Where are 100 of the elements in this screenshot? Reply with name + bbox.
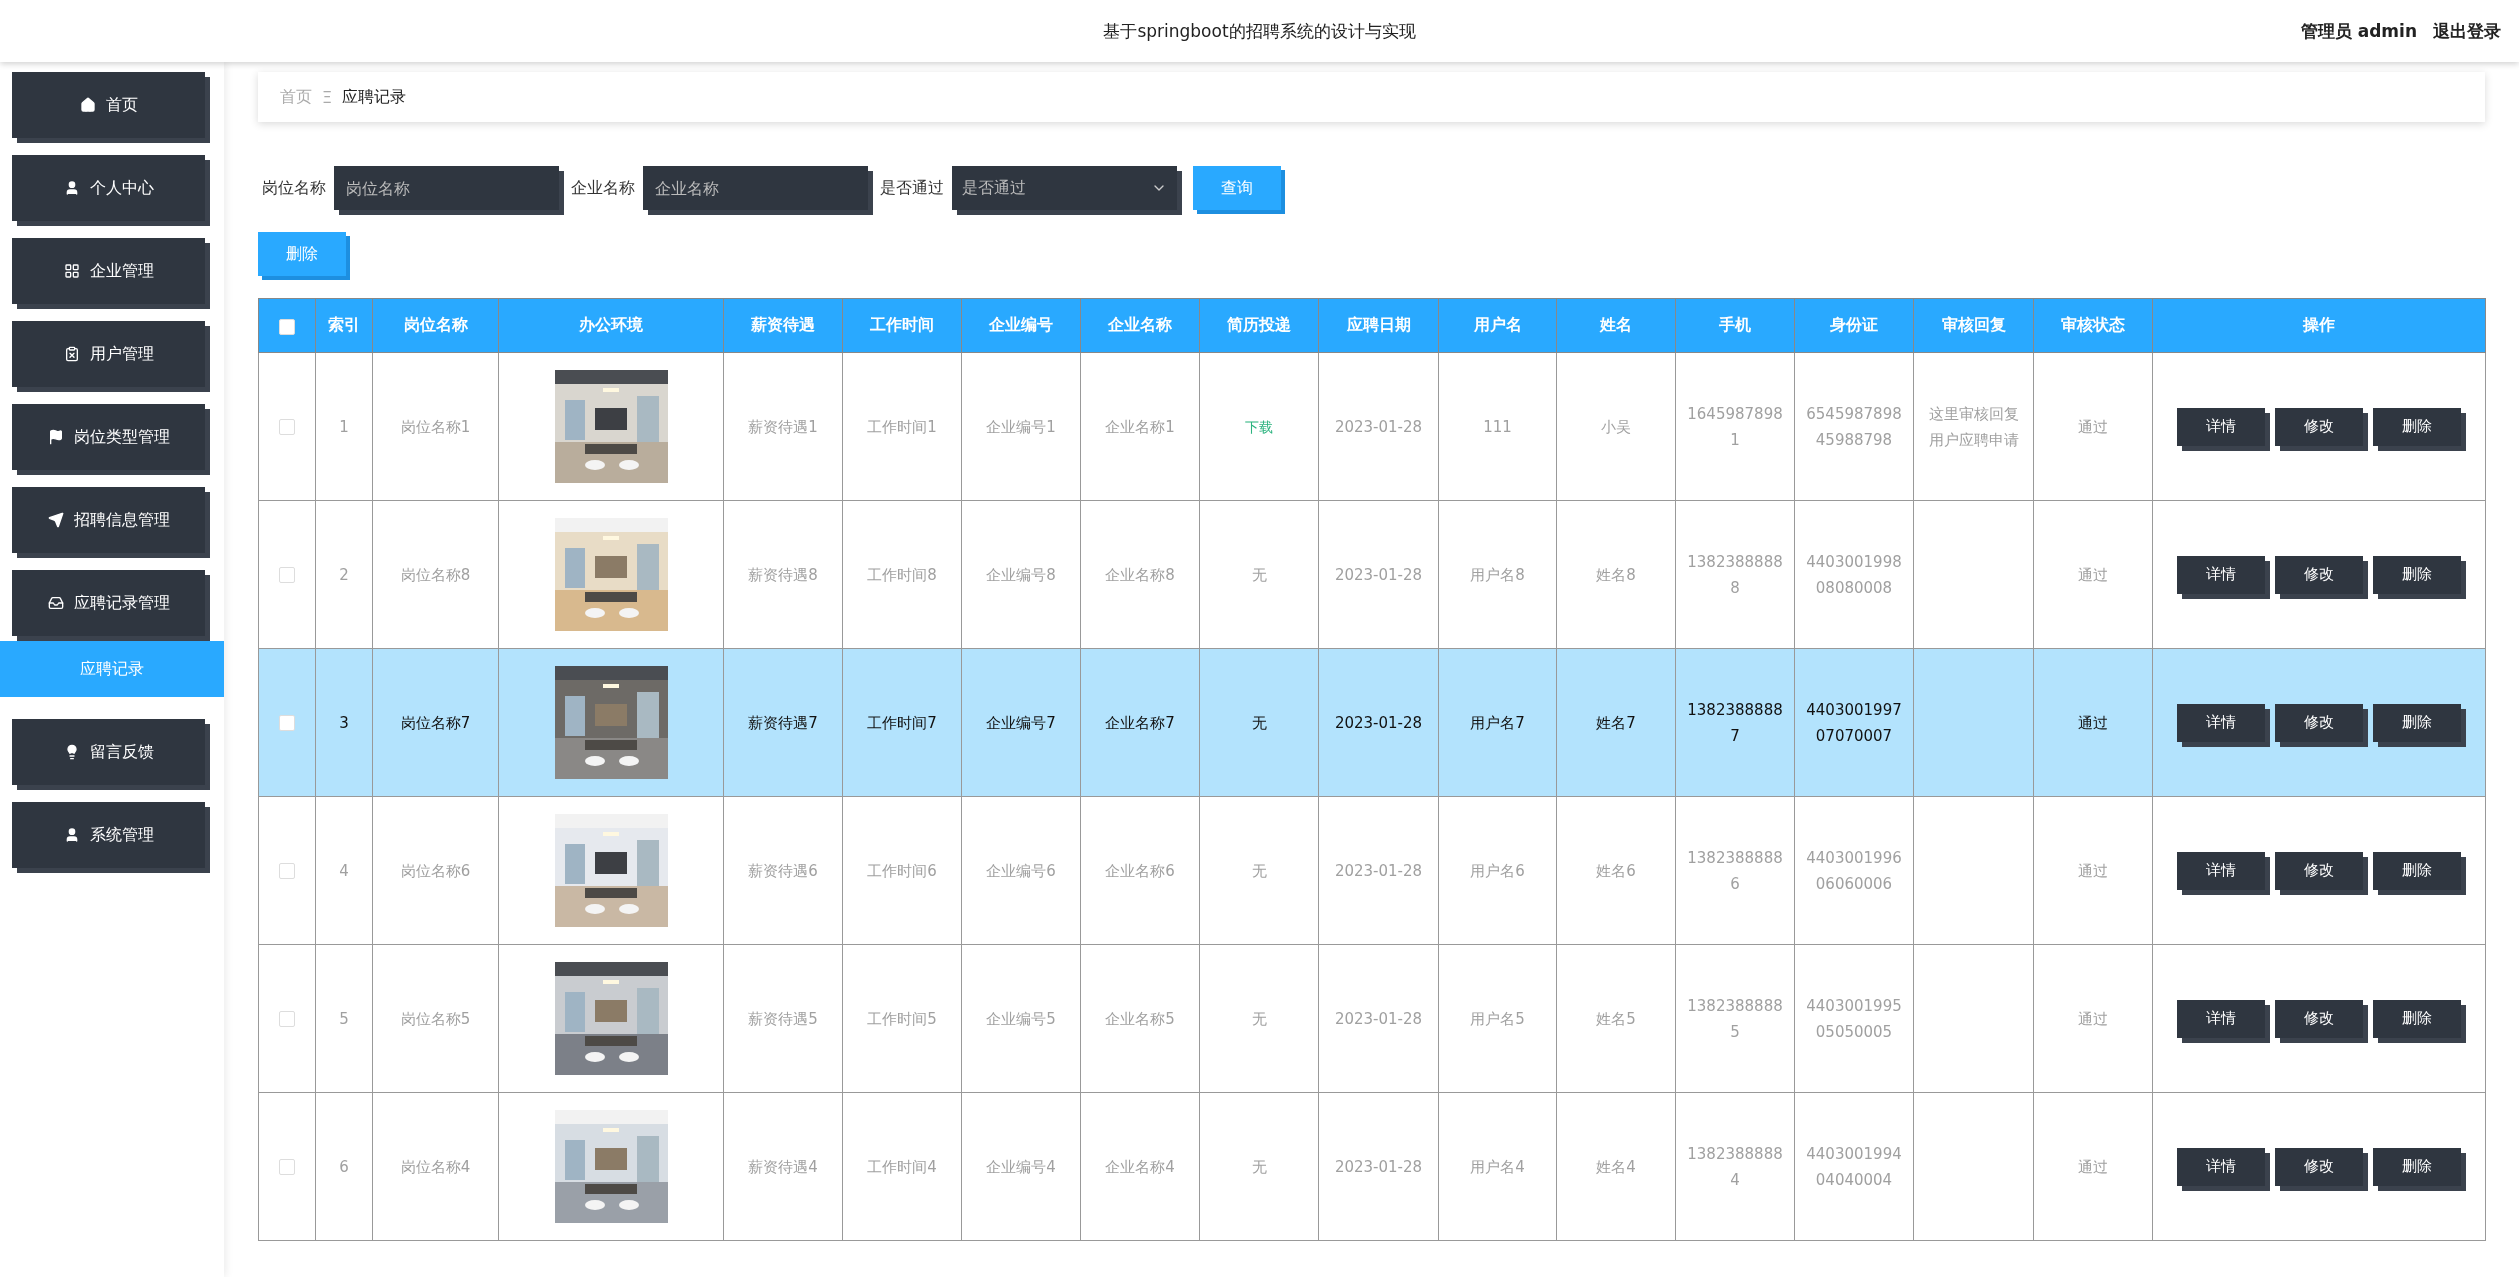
column-header: 用户名 <box>1438 298 1557 353</box>
table-cell: 薪资待遇4 <box>723 1092 843 1241</box>
paper-plane-icon <box>47 512 64 528</box>
table-cell: 654598789845988798 <box>1794 352 1914 501</box>
row-checkbox[interactable] <box>279 567 295 583</box>
table-cell: 小吴 <box>1556 352 1676 501</box>
table-cell: 企业编号1 <box>961 352 1081 501</box>
table-cell: 2023-01-28 <box>1318 1092 1439 1241</box>
column-header: 审核状态 <box>2033 298 2153 353</box>
table-cell: 企业名称6 <box>1080 796 1200 945</box>
table-cell: 440300199707070007 <box>1794 648 1914 797</box>
table-cell: 6 <box>315 1092 373 1241</box>
table-cell: 无 <box>1199 648 1319 797</box>
table-cell: 姓名4 <box>1556 1092 1676 1241</box>
table-cell: 用户名6 <box>1438 796 1557 945</box>
table-cell: 岗位名称5 <box>372 944 499 1093</box>
table-cell: 岗位名称1 <box>372 352 499 501</box>
table-cell: 2023-01-28 <box>1318 500 1439 649</box>
table-cell: 薪资待遇8 <box>723 500 843 649</box>
table-cell: 岗位名称7 <box>372 648 499 797</box>
column-header: 办公环境 <box>498 298 724 353</box>
table-cell: 用户名5 <box>1438 944 1557 1093</box>
table-cell: 企业名称4 <box>1080 1092 1200 1241</box>
table-cell: 440300199505050005 <box>1794 944 1914 1093</box>
home-icon <box>79 97 96 113</box>
column-header: 企业名称 <box>1080 298 1200 353</box>
row-checkbox[interactable] <box>279 1011 295 1027</box>
table-cell: 工作时间5 <box>842 944 962 1093</box>
table-cell: 3 <box>315 648 373 797</box>
table-cell: 2023-01-28 <box>1318 648 1439 797</box>
table-cell: 用户名4 <box>1438 1092 1557 1241</box>
table-cell: 企业名称7 <box>1080 648 1200 797</box>
column-header: 索引 <box>315 298 373 353</box>
table-cell: 2023-01-28 <box>1318 352 1439 501</box>
table-cell: 用户名7 <box>1438 648 1557 797</box>
table-cell: 1 <box>315 352 373 501</box>
table-cell: 5 <box>315 944 373 1093</box>
input-field[interactable]: 企业名称 <box>643 166 868 210</box>
table-cell: 企业编号7 <box>961 648 1081 797</box>
column-header: 工作时间 <box>842 298 962 353</box>
table-cell: 工作时间6 <box>842 796 962 945</box>
table-cell: 无 <box>1199 1092 1319 1241</box>
table-cell: 姓名5 <box>1556 944 1676 1093</box>
table-cell: 通过 <box>2033 796 2153 945</box>
column-header: 身份证 <box>1794 298 1914 353</box>
column-header: 企业编号 <box>961 298 1081 353</box>
table-cell: 13823888884 <box>1675 1092 1795 1241</box>
table-cell: 440300199404040004 <box>1794 1092 1914 1241</box>
logout-link[interactable]: 退出登录 <box>2433 19 2501 43</box>
column-header: 手机 <box>1675 298 1795 353</box>
table-cell: 工作时间4 <box>842 1092 962 1241</box>
table-cell: 薪资待遇5 <box>723 944 843 1093</box>
table-cell: 13823888888 <box>1675 500 1795 649</box>
table-cell: 薪资待遇7 <box>723 648 843 797</box>
column-header: 薪资待遇 <box>723 298 843 353</box>
table-cell: 2023-01-28 <box>1318 796 1439 945</box>
table-cell: 440300199606060006 <box>1794 796 1914 945</box>
table-cell: 通过 <box>2033 500 2153 649</box>
filter-label: 岗位名称 <box>262 177 326 199</box>
table-cell: 通过 <box>2033 944 2153 1093</box>
row-checkbox[interactable] <box>279 1159 295 1175</box>
table-cell: 姓名6 <box>1556 796 1676 945</box>
app-title: 基于springboot的招聘系统的设计与实现 <box>1103 19 1416 43</box>
table-cell: 2023-01-28 <box>1318 944 1439 1093</box>
table-cell: 岗位名称4 <box>372 1092 499 1241</box>
flag-icon <box>47 429 64 445</box>
grid-icon <box>63 263 80 279</box>
table-cell: 薪资待遇1 <box>723 352 843 501</box>
table-cell: 无 <box>1199 500 1319 649</box>
table-cell: 无 <box>1199 796 1319 945</box>
table-cell: 通过 <box>2033 352 2153 501</box>
input-field[interactable]: 岗位名称 <box>334 166 559 210</box>
table-cell: 13823888885 <box>1675 944 1795 1093</box>
row-checkbox[interactable] <box>279 419 295 435</box>
inbox-icon <box>47 595 64 611</box>
select-all-checkbox[interactable] <box>279 318 295 335</box>
table-cell: 企业名称8 <box>1080 500 1200 649</box>
table-cell: 企业编号4 <box>961 1092 1081 1241</box>
table-cell: 姓名7 <box>1556 648 1676 797</box>
table-cell: 工作时间1 <box>842 352 962 501</box>
column-header: 岗位名称 <box>372 298 499 353</box>
table-cell: 岗位名称6 <box>372 796 499 945</box>
filter-label: 是否通过 <box>880 177 944 199</box>
column-header: 审核回复 <box>1913 298 2034 353</box>
breadcrumb-separator: Ξ <box>322 87 333 107</box>
table-cell: 2 <box>315 500 373 649</box>
column-header: 姓名 <box>1556 298 1676 353</box>
table-cell: 岗位名称8 <box>372 500 499 649</box>
table-cell: 企业编号5 <box>961 944 1081 1093</box>
table-cell: 16459878981 <box>1675 352 1795 501</box>
row-checkbox[interactable] <box>279 863 295 879</box>
table-cell: 企业名称5 <box>1080 944 1200 1093</box>
table-cell: 企业编号8 <box>961 500 1081 649</box>
table-cell: 无 <box>1199 944 1319 1093</box>
row-checkbox[interactable] <box>279 715 295 731</box>
table-cell: 111 <box>1438 352 1557 501</box>
breadcrumb-current: 应聘记录 <box>342 86 407 108</box>
table-cell: 通过 <box>2033 648 2153 797</box>
table-cell: 工作时间8 <box>842 500 962 649</box>
table-cell: 企业名称1 <box>1080 352 1200 501</box>
